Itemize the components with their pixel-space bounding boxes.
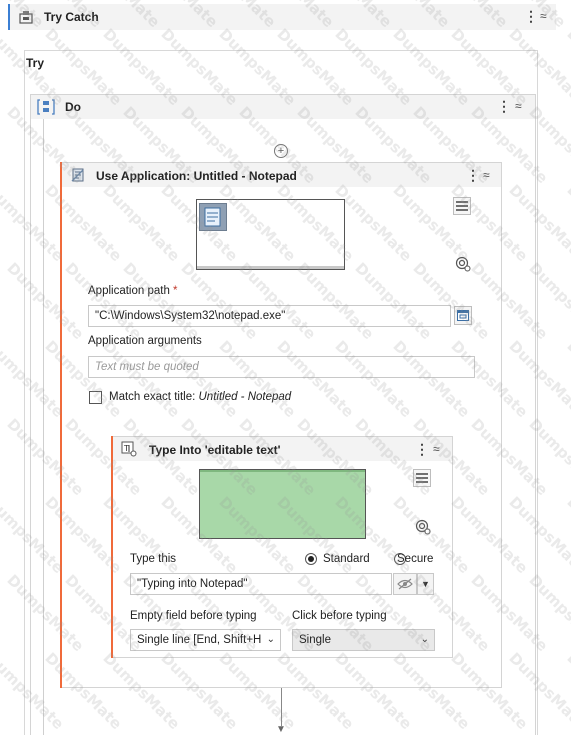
browse-file-icon[interactable] <box>454 306 472 325</box>
try-section-label: Try <box>26 56 45 70</box>
try-catch-icon <box>18 9 34 25</box>
svg-text:T: T <box>123 444 129 453</box>
watermark-text: DumpsMate <box>563 180 571 266</box>
do-sequence-title: Do <box>65 100 81 114</box>
type-this-label: Type this <box>130 553 177 565</box>
standard-radio-label: Standard <box>323 553 370 565</box>
use-application-collapse-button[interactable]: ≈ <box>483 169 490 181</box>
click-before-label: Click before typing <box>292 610 387 622</box>
target-preview-top <box>200 470 365 472</box>
do-collapse-button[interactable]: ≈ <box>515 100 522 112</box>
application-screenshot-preview[interactable] <box>196 199 345 270</box>
application-arguments-label: Application arguments <box>88 335 202 347</box>
application-path-label: Application path * <box>88 285 178 297</box>
eye-off-icon[interactable] <box>393 573 417 595</box>
type-into-title: Type Into 'editable text' <box>149 443 281 457</box>
do-rail <box>43 119 44 735</box>
click-before-value: Single <box>299 634 331 646</box>
try-catch-menu-button[interactable]: ⋮ <box>524 9 538 23</box>
type-into-collapse-button[interactable]: ≈ <box>433 443 440 455</box>
try-catch-collapse-button[interactable]: ≈ <box>540 10 547 22</box>
connector-line <box>281 688 282 726</box>
watermark-text: DumpsMate <box>563 648 571 734</box>
add-icon[interactable]: + <box>274 144 288 158</box>
sequence-icon <box>37 98 55 116</box>
application-arguments-placeholder: Text must be quoted <box>95 361 199 373</box>
empty-field-label: Empty field before typing <box>130 610 257 622</box>
type-into-target-icon[interactable] <box>415 519 431 535</box>
use-application-header[interactable]: Use Application: Untitled - Notepad ⋮ ≈ <box>62 163 501 187</box>
type-this-field[interactable]: "Typing into Notepad" <box>130 573 392 595</box>
type-into-hamburger-icon[interactable] <box>413 469 431 487</box>
do-menu-button[interactable]: ⋮ <box>497 99 511 113</box>
hamburger-icon[interactable] <box>453 197 471 215</box>
type-into-accent <box>111 436 113 658</box>
use-application-title: Use Application: Untitled - Notepad <box>96 169 297 183</box>
standard-radio[interactable] <box>305 553 317 565</box>
empty-field-chevron-icon: ⌄ <box>266 634 275 645</box>
watermark-text: DumpsMate <box>563 24 571 110</box>
use-application-menu-button[interactable]: ⋮ <box>466 168 480 182</box>
application-path-field[interactable]: "C:\Windows\System32\notepad.exe" <box>88 305 451 327</box>
match-exact-title-checkbox[interactable] <box>89 391 102 404</box>
use-application-icon <box>70 167 86 183</box>
try-catch-header[interactable]: Try Catch ⋮ ≈ <box>8 4 556 30</box>
try-catch-title: Try Catch <box>44 10 99 24</box>
preview-bottom-border <box>197 266 344 269</box>
use-application-accent <box>60 162 62 688</box>
type-into-header[interactable]: T Type Into 'editable text' ⋮ ≈ <box>113 437 452 461</box>
empty-field-value: Single line [End, Shift+H <box>137 634 262 646</box>
watermark-text: DumpsMate <box>563 336 571 422</box>
match-exact-title-label: Match exact title: Untitled - Notepad <box>109 391 292 403</box>
expand-arrow-icon[interactable]: ▼ <box>417 573 434 595</box>
notepad-app-icon <box>199 203 227 231</box>
target-icon[interactable] <box>455 256 471 272</box>
empty-field-dropdown[interactable]: Single line [End, Shift+H ⌄ <box>130 629 281 651</box>
type-into-menu-button[interactable]: ⋮ <box>415 442 429 456</box>
target-element-preview[interactable] <box>199 469 366 539</box>
type-into-icon: T <box>121 441 137 457</box>
secure-radio-label: Secure <box>397 553 434 565</box>
application-arguments-field[interactable]: Text must be quoted <box>88 356 475 378</box>
arrow-down-icon: ▼ <box>276 724 286 735</box>
click-before-chevron-icon: ⌄ <box>420 634 429 645</box>
do-sequence-header[interactable]: Do ⋮ ≈ <box>31 95 535 119</box>
watermark-text: DumpsMate <box>563 492 571 578</box>
click-before-dropdown[interactable]: Single ⌄ <box>292 629 435 651</box>
